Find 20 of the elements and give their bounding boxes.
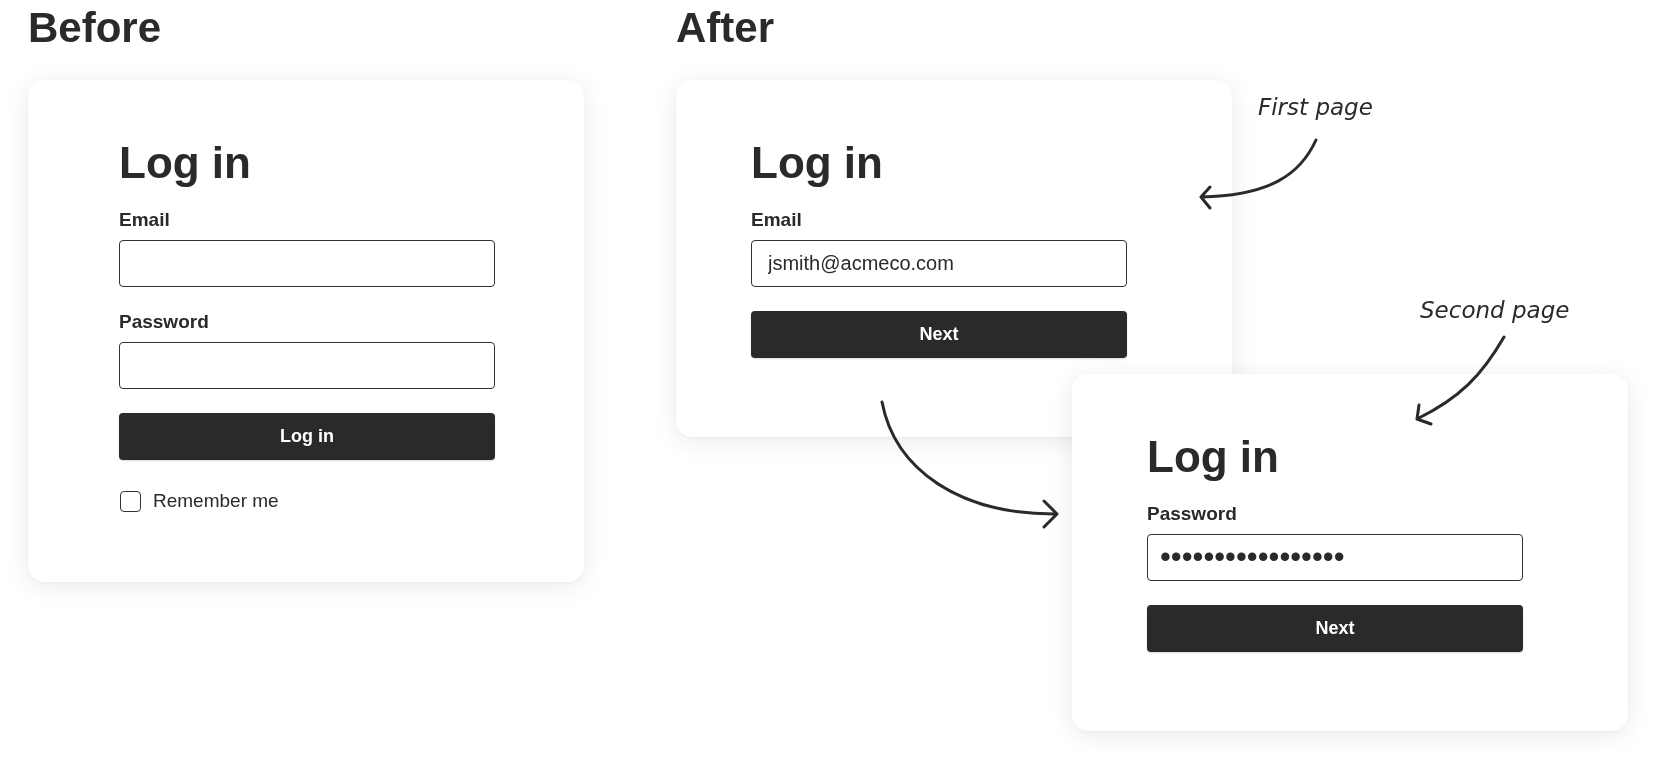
annotation-label: First page: [1258, 96, 1373, 119]
submit-button[interactable]: Next: [751, 310, 1127, 359]
input-field[interactable]: jsmith@acmeco.com: [751, 239, 1127, 287]
field-label: Email: [751, 209, 802, 232]
card-title: Log in: [751, 141, 883, 185]
password-field[interactable]: •••••••••••••••••: [1147, 533, 1523, 581]
submit-button[interactable]: Next: [1147, 604, 1523, 653]
card-title: Log in: [119, 141, 251, 185]
field-label: Email: [119, 209, 170, 232]
section-heading: After: [676, 6, 774, 49]
input-field[interactable]: [119, 341, 495, 389]
field-label: Password: [119, 310, 209, 334]
checkbox-label: Remember me: [153, 490, 279, 513]
input-field[interactable]: [119, 239, 495, 287]
field-label: Password: [1147, 503, 1237, 526]
submit-button[interactable]: Log in: [119, 412, 495, 461]
section-heading: Before: [28, 6, 162, 49]
annotation-label: Second page: [1420, 299, 1570, 322]
card-title: Log in: [1147, 435, 1279, 479]
checkbox[interactable]: [120, 491, 141, 512]
